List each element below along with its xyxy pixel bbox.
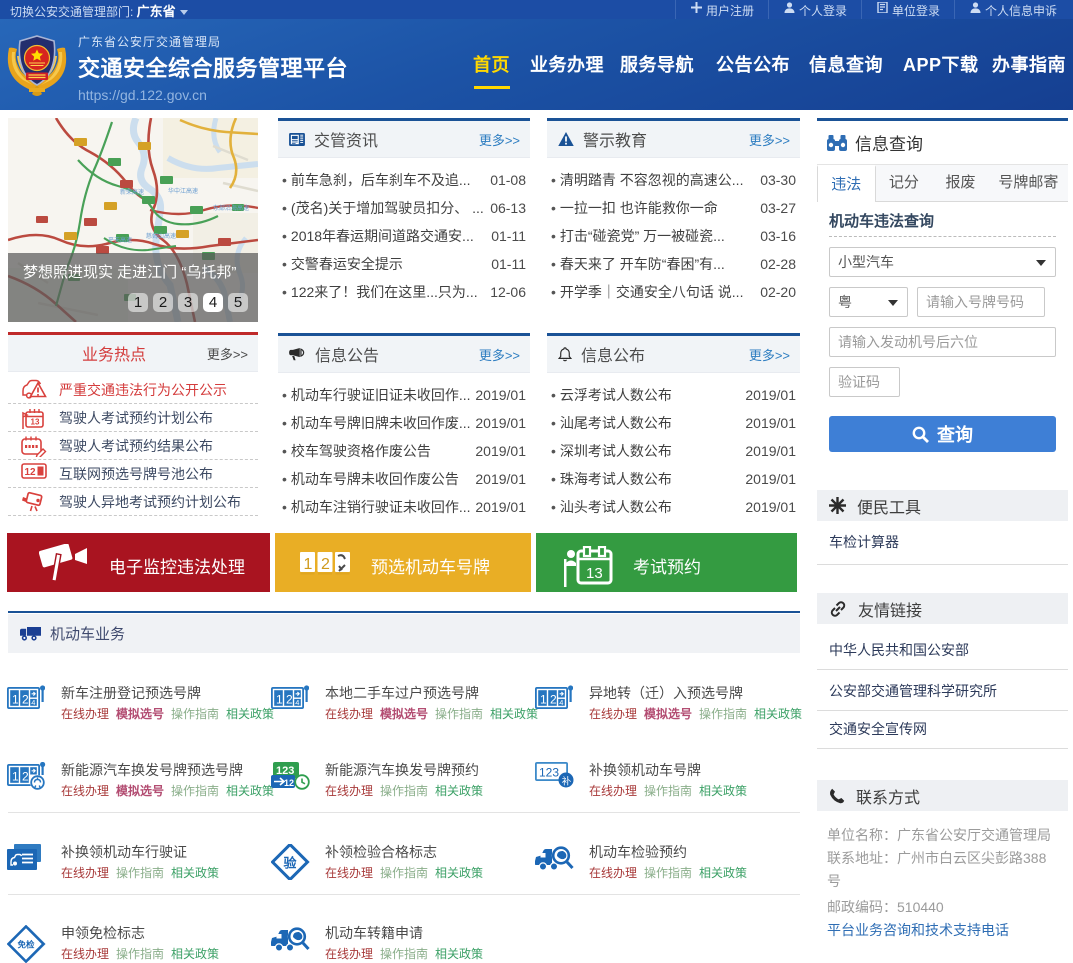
- svg-text:12: 12: [284, 778, 294, 788]
- svg-text:1: 1: [540, 693, 547, 707]
- svg-text:新荣高速: 新荣高速: [120, 188, 144, 196]
- svg-text:2: 2: [22, 770, 29, 784]
- svg-text:东部沿海高速: 东部沿海高速: [213, 204, 249, 212]
- svg-text:4: 4: [559, 698, 563, 707]
- svg-text:2: 2: [321, 556, 330, 573]
- svg-text:13: 13: [31, 417, 40, 426]
- svg-text:华中江高速: 华中江高速: [168, 187, 198, 195]
- svg-text:2: 2: [550, 693, 557, 707]
- svg-text:1: 1: [276, 693, 283, 707]
- svg-text:1: 1: [12, 693, 19, 707]
- svg-text:平天高速: 平天高速: [108, 236, 132, 244]
- svg-text:验: 验: [284, 856, 298, 871]
- svg-text:2: 2: [22, 693, 29, 707]
- svg-text:2: 2: [286, 693, 293, 707]
- svg-text:123: 123: [539, 766, 559, 780]
- svg-text:1: 1: [304, 556, 313, 573]
- svg-text:1: 1: [12, 770, 19, 784]
- svg-text:4: 4: [295, 698, 299, 707]
- svg-text:补: 补: [562, 776, 572, 788]
- svg-text:4: 4: [31, 698, 35, 707]
- svg-text:12: 12: [25, 467, 37, 478]
- svg-text:免检: 免检: [18, 940, 36, 950]
- svg-text:13: 13: [586, 565, 603, 582]
- svg-text:慈姆山高速: 慈姆山高速: [146, 232, 176, 240]
